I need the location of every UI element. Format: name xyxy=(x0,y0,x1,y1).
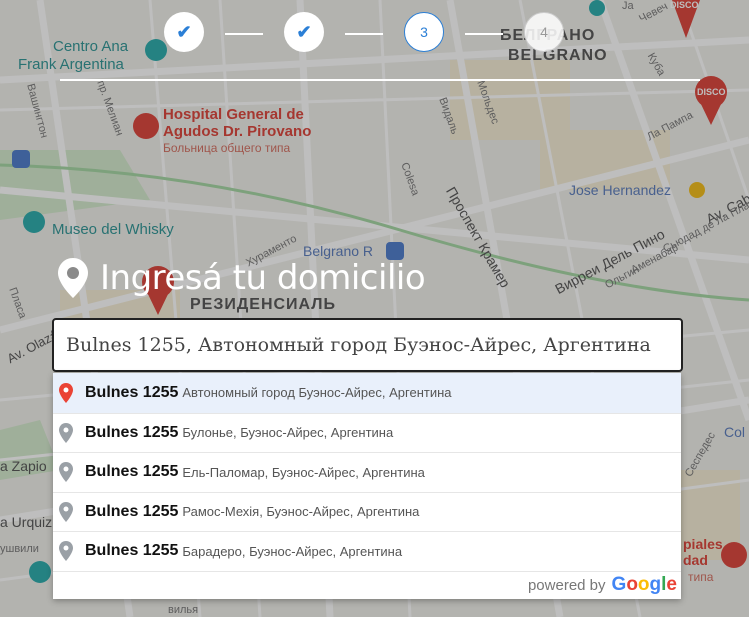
suggestion-item[interactable]: Bulnes 1255 Булонье, Буэнос-Айрес, Арген… xyxy=(53,412,681,453)
suggestion-item[interactable]: Bulnes 1255 Ель-Паломар, Буэнос-Айрес, А… xyxy=(53,452,681,492)
step-3[interactable]: 3 xyxy=(404,12,444,52)
suggestion-main-text: Bulnes 1255 xyxy=(85,463,179,481)
step-4[interactable]: 4 xyxy=(524,12,564,52)
step-connector-3 xyxy=(465,33,503,35)
address-search-input[interactable] xyxy=(66,334,669,356)
location-marker-icon xyxy=(59,501,73,522)
step-connector-2 xyxy=(345,33,383,35)
step-2-check-icon[interactable]: ✔ xyxy=(284,12,324,52)
location-marker-icon xyxy=(59,541,73,562)
suggestion-main-text: Bulnes 1255 xyxy=(85,502,179,520)
address-search-box[interactable] xyxy=(52,318,683,372)
page-title: Ingresá tu domicilio xyxy=(100,258,426,298)
suggestion-secondary-text: Булонье, Буэнос-Айрес, Аргентина xyxy=(182,425,394,441)
address-heading: Ingresá tu domicilio xyxy=(58,258,426,298)
google-logo: Google xyxy=(611,574,677,595)
location-marker-icon xyxy=(59,422,73,443)
suggestion-item[interactable]: Bulnes 1255 Рамос-Мехія, Буэнос-Айрес, А… xyxy=(53,491,681,532)
powered-by-text: powered by xyxy=(527,576,606,594)
step-connector-1 xyxy=(225,33,263,35)
step-1-check-icon[interactable]: ✔ xyxy=(164,12,204,52)
suggestion-secondary-text: Рамос-Мехія, Буэнос-Айрес, Аргентина xyxy=(182,504,420,520)
suggestion-secondary-text: Ель-Паломар, Буэнос-Айрес, Аргентина xyxy=(182,464,425,480)
suggestion-secondary-text: Автономный город Буэнос-Айрес, Аргентина xyxy=(182,385,452,401)
progress-stepper: ✔ ✔ 3 4 xyxy=(0,12,749,56)
powered-by-google: powered by Google xyxy=(53,570,681,599)
map-pin-icon xyxy=(58,258,88,298)
header-divider xyxy=(60,79,700,81)
suggestion-main-text: Bulnes 1255 xyxy=(85,423,179,441)
suggestion-item[interactable]: Bulnes 1255 Барадеро, Буэнос-Айрес, Арге… xyxy=(53,531,681,571)
suggestion-secondary-text: Барадеро, Буэнос-Айрес, Аргентина xyxy=(182,543,403,559)
suggestion-item[interactable]: Bulnes 1255 Автономный город Буэнос-Айре… xyxy=(53,373,681,413)
location-marker-icon xyxy=(59,382,73,403)
autocomplete-dropdown: Bulnes 1255 Автономный город Буэнос-Айре… xyxy=(53,373,681,599)
suggestion-main-text: Bulnes 1255 xyxy=(85,383,179,401)
location-marker-icon xyxy=(59,462,73,483)
suggestion-main-text: Bulnes 1255 xyxy=(85,542,179,560)
